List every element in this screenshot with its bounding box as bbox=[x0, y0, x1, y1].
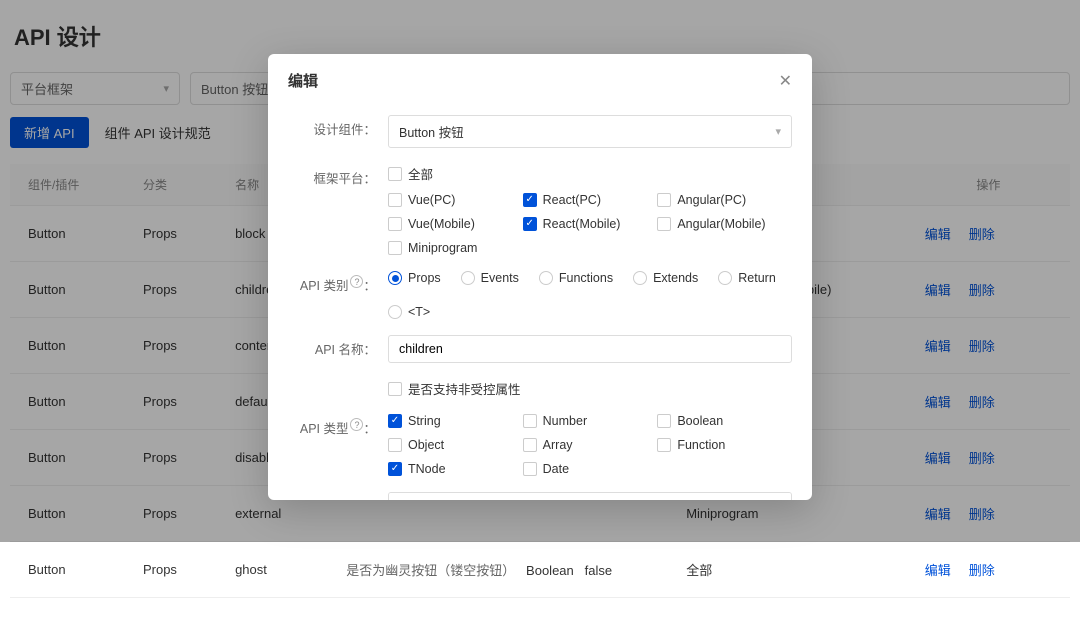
label-api-name: API 名称： bbox=[288, 335, 388, 363]
platform-angular-pc-checkbox[interactable]: Angular(PC) bbox=[657, 193, 792, 207]
api-name-input[interactable] bbox=[388, 335, 792, 363]
close-icon[interactable]: ✕ bbox=[779, 71, 792, 91]
edit-dialog: 编辑 ✕ 设计组件： Button 按钮 ▾ 框架平台： 全部 bbox=[268, 54, 812, 500]
platform-all-checkbox[interactable]: 全部 bbox=[388, 164, 523, 183]
dialog-title: 编辑 bbox=[288, 70, 318, 91]
category-return-radio[interactable]: Return bbox=[718, 271, 776, 285]
cell-category: Props bbox=[125, 542, 217, 598]
label-api-category: API 类别?： bbox=[288, 271, 388, 319]
cell-ops: 编辑 删除 bbox=[907, 542, 1070, 598]
platform-angular-mobile-checkbox[interactable]: Angular(Mobile) bbox=[657, 217, 792, 231]
platform-vue-pc-checkbox[interactable]: Vue(PC) bbox=[388, 193, 523, 207]
edit-link[interactable]: 编辑 bbox=[925, 563, 951, 578]
cell-platform: 全部 bbox=[668, 542, 907, 598]
label-ts-type: TS 类型： bbox=[288, 492, 388, 500]
cell-extra: 是否为幽灵按钮（镂空按钮） Boolean false bbox=[328, 542, 668, 598]
category-events-radio[interactable]: Events bbox=[461, 271, 519, 285]
type-tnode-checkbox[interactable]: TNode bbox=[388, 462, 523, 476]
label-api-type: API 类型?： bbox=[288, 414, 388, 476]
help-icon[interactable]: ? bbox=[350, 275, 363, 288]
cell-component: Button bbox=[10, 542, 125, 598]
platform-react-mobile-checkbox[interactable]: React(Mobile) bbox=[523, 217, 658, 231]
cell-name: ghost bbox=[217, 542, 328, 598]
help-icon[interactable]: ? bbox=[350, 418, 363, 431]
chevron-down-icon: ▾ bbox=[775, 125, 781, 138]
table-row: ButtonPropsghost是否为幽灵按钮（镂空按钮） Boolean fa… bbox=[10, 542, 1070, 598]
design-component-select[interactable]: Button 按钮 ▾ bbox=[388, 115, 792, 148]
category-t-radio[interactable]: <T> bbox=[388, 305, 430, 319]
type-boolean-checkbox[interactable]: Boolean bbox=[657, 414, 792, 428]
delete-link[interactable]: 删除 bbox=[969, 563, 995, 578]
type-function-checkbox[interactable]: Function bbox=[657, 438, 792, 452]
design-component-value: Button 按钮 bbox=[399, 122, 464, 141]
ts-type-textarea[interactable] bbox=[388, 492, 792, 500]
category-props-radio[interactable]: Props bbox=[388, 271, 441, 285]
label-design-component: 设计组件： bbox=[288, 115, 388, 148]
label-framework-platform: 框架平台： bbox=[288, 164, 388, 255]
modal-overlay: 编辑 ✕ 设计组件： Button 按钮 ▾ 框架平台： 全部 bbox=[0, 0, 1080, 542]
type-number-checkbox[interactable]: Number bbox=[523, 414, 658, 428]
category-extends-radio[interactable]: Extends bbox=[633, 271, 698, 285]
type-date-checkbox[interactable]: Date bbox=[523, 462, 658, 476]
uncontrolled-checkbox[interactable]: 是否支持非受控属性 bbox=[388, 379, 792, 398]
platform-vue-mobile-checkbox[interactable]: Vue(Mobile) bbox=[388, 217, 523, 231]
platform-miniprogram-checkbox[interactable]: Miniprogram bbox=[388, 241, 523, 255]
type-string-checkbox[interactable]: String bbox=[388, 414, 523, 428]
type-object-checkbox[interactable]: Object bbox=[388, 438, 523, 452]
category-functions-radio[interactable]: Functions bbox=[539, 271, 613, 285]
type-array-checkbox[interactable]: Array bbox=[523, 438, 658, 452]
platform-react-pc-checkbox[interactable]: React(PC) bbox=[523, 193, 658, 207]
